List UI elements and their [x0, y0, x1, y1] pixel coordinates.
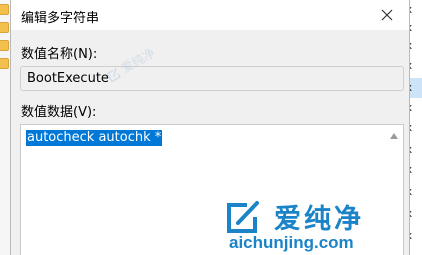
folder-icon	[0, 4, 9, 15]
dialog-titlebar[interactable]: 编辑多字符串	[11, 0, 409, 30]
brand-name-text: 爱纯净	[274, 204, 364, 235]
dialog-title: 编辑多字符串	[21, 11, 100, 26]
folder-icon	[0, 58, 9, 69]
value-name-label: 数值名称(N):	[21, 47, 98, 62]
background-left-pane	[0, 0, 10, 255]
brand-logo-icon	[227, 201, 259, 233]
selected-data-text[interactable]: autocheck autochk *	[26, 130, 163, 146]
close-icon	[381, 9, 393, 21]
folder-icon	[0, 22, 9, 33]
folder-icon	[0, 40, 9, 51]
value-name-field[interactable]: BootExecute	[20, 66, 404, 91]
value-data-label: 数值数据(V):	[21, 105, 97, 120]
brand-url-text: aichunjing.com	[229, 233, 354, 252]
close-button[interactable]	[365, 0, 409, 30]
scroll-up-arrow-icon[interactable]	[390, 133, 398, 139]
brand-watermark: 爱纯净 aichunjing.com	[225, 196, 421, 255]
